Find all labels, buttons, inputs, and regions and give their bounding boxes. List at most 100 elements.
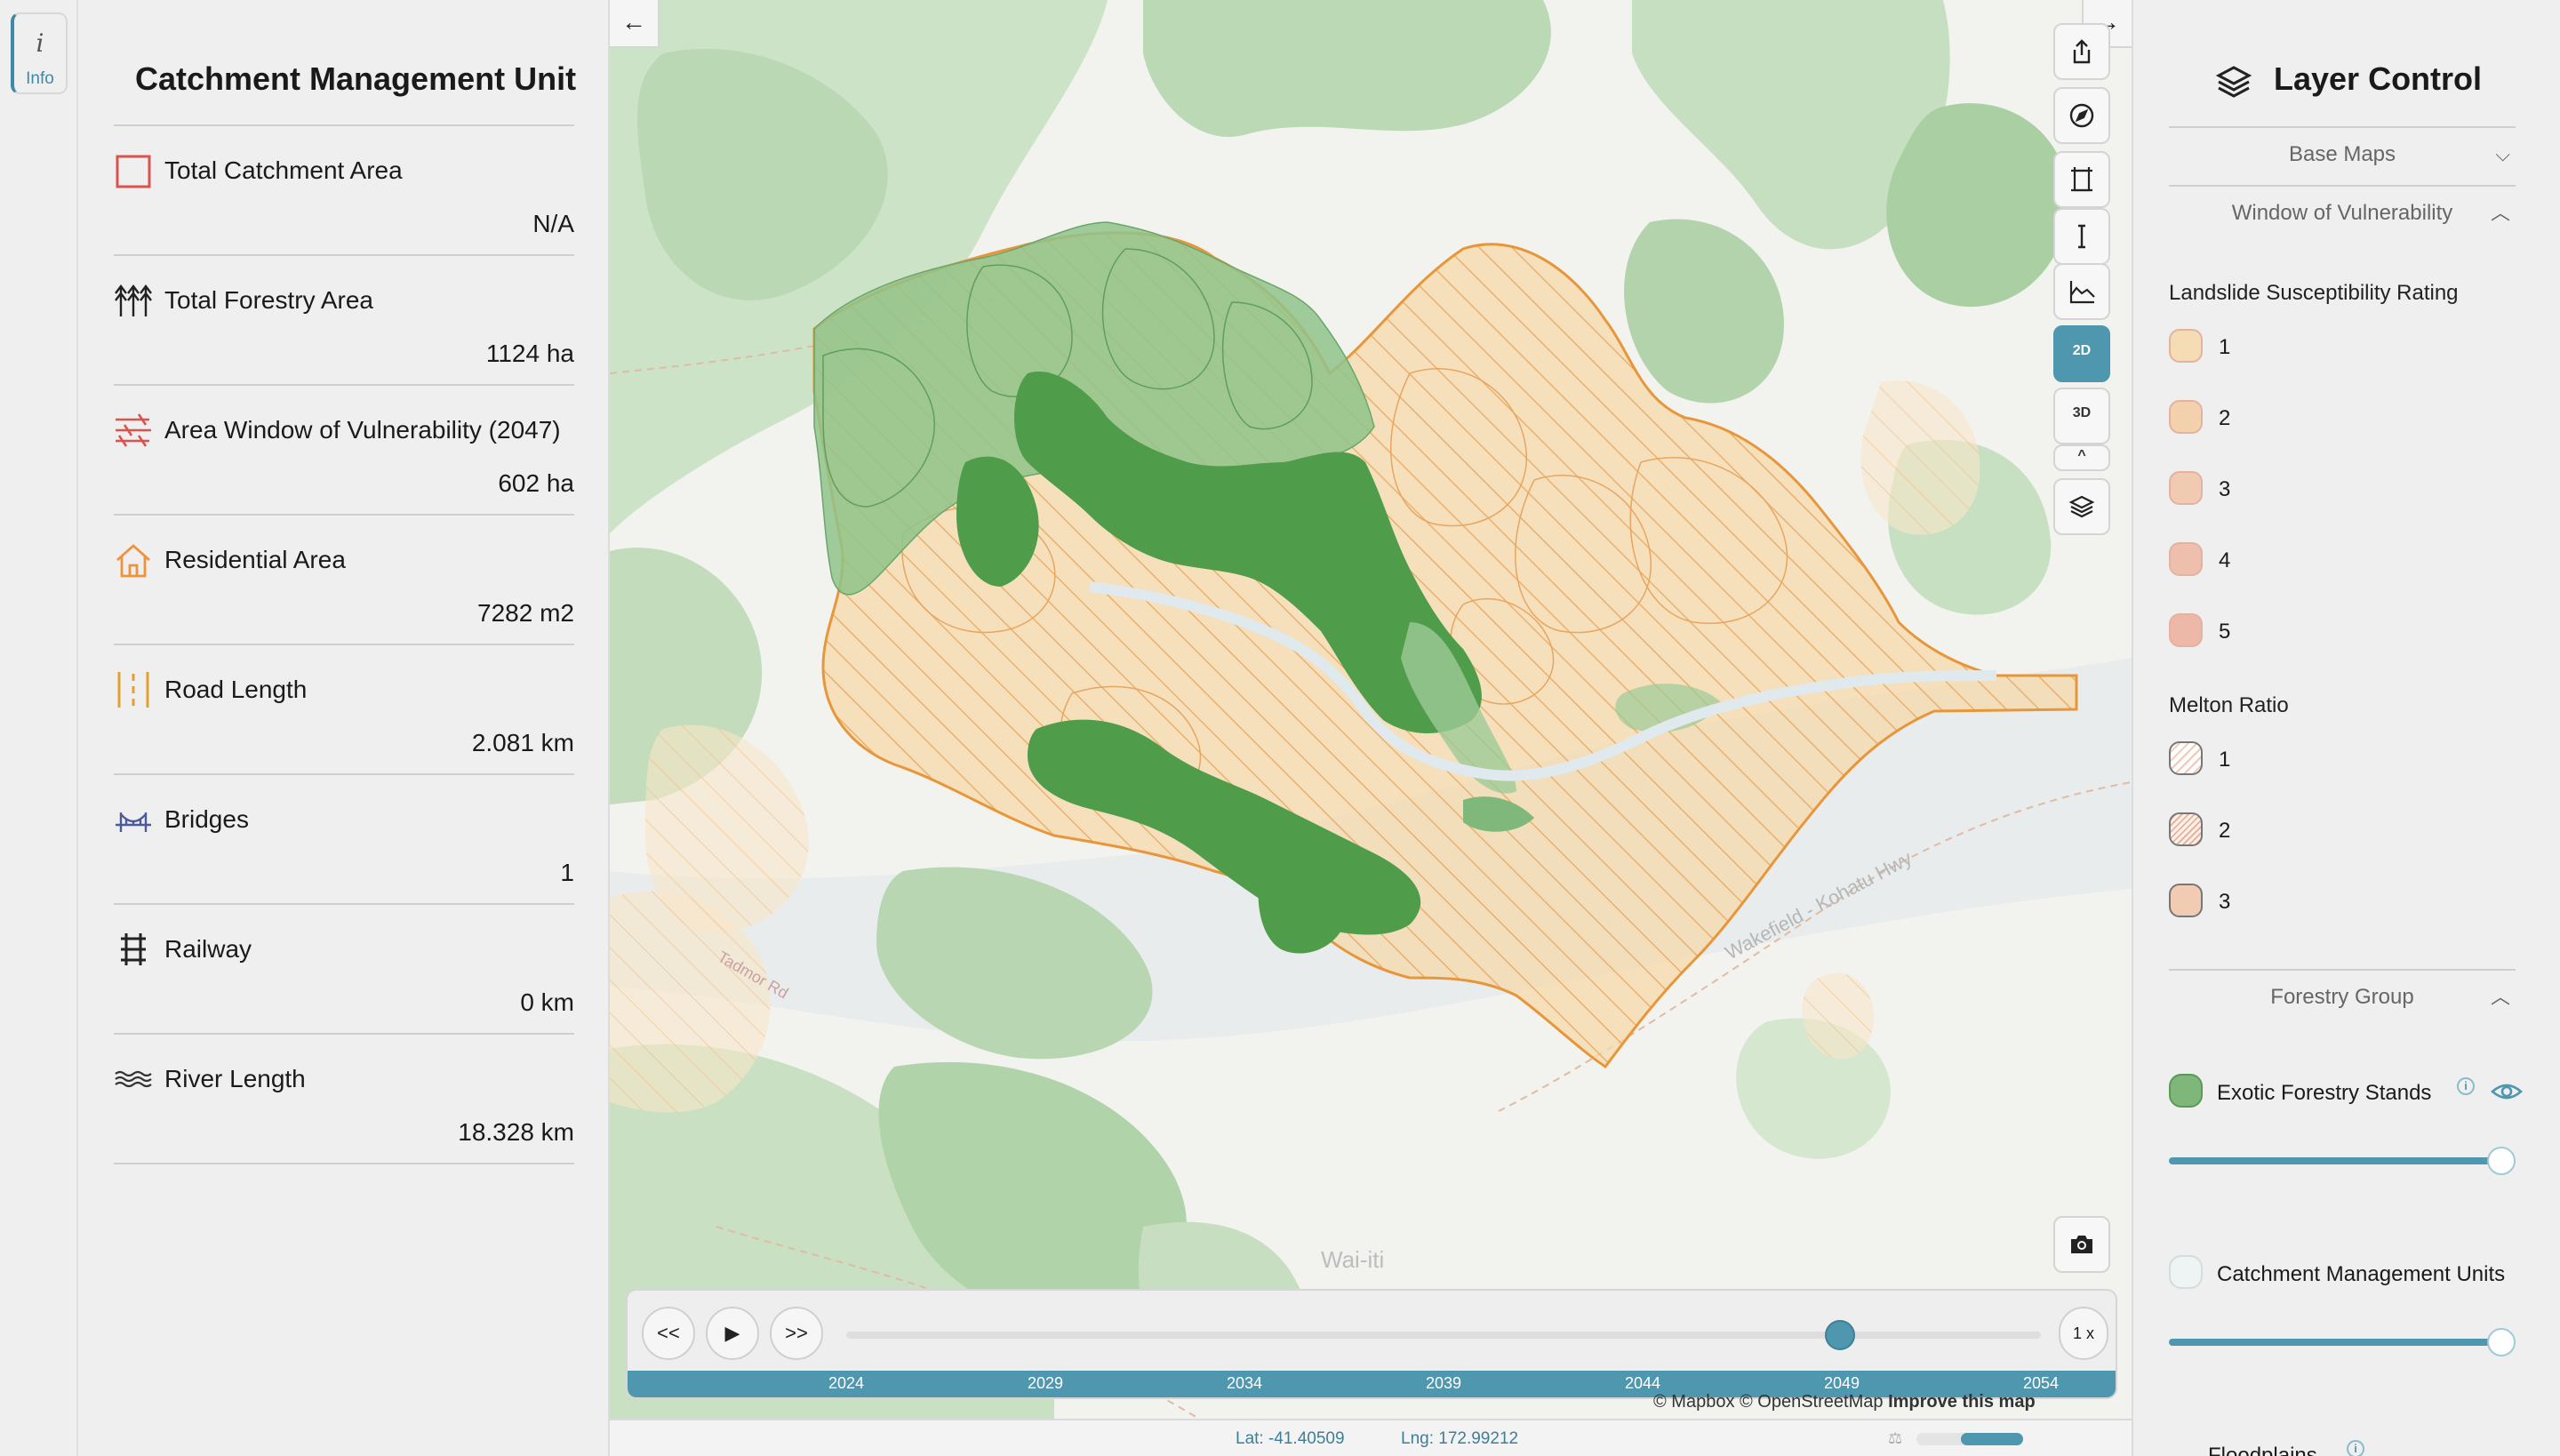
stat-river-length: River Length 18.328 km bbox=[114, 1035, 574, 1164]
expand-controls-button[interactable]: ^ bbox=[2053, 444, 2110, 471]
info-tab[interactable]: i Info bbox=[11, 12, 68, 94]
chevron-up-icon: ︿ bbox=[2490, 986, 2510, 1008]
view-3d-button[interactable]: 3D bbox=[2053, 388, 2110, 444]
legend-label: 2 bbox=[2219, 406, 2231, 430]
camera-icon bbox=[2071, 1236, 2092, 1253]
river-icon bbox=[114, 1060, 153, 1099]
area-measure-icon bbox=[2071, 167, 2092, 192]
share-button[interactable] bbox=[2053, 23, 2110, 80]
view-3d-label: 3D bbox=[2072, 405, 2092, 420]
elevation-profile-button[interactable] bbox=[2053, 263, 2110, 320]
legend-swatch bbox=[2169, 400, 2203, 434]
info-icon[interactable]: i bbox=[2347, 1440, 2364, 1456]
stat-label: River Length bbox=[164, 1065, 306, 1092]
map-view[interactable]: Wakefield - Kohatu Hwy Tadmor Rd Wai-iti… bbox=[610, 0, 2132, 1456]
stat-label: Total Forestry Area bbox=[164, 286, 373, 314]
view-2d-label: 2D bbox=[2072, 343, 2092, 358]
play-button[interactable]: ▶ bbox=[706, 1307, 759, 1360]
exotic-opacity-slider[interactable] bbox=[2169, 1147, 2516, 1175]
latitude-readout: Lat: -41.40509 bbox=[1236, 1429, 1345, 1448]
legend-swatch bbox=[2169, 542, 2203, 576]
compass-button[interactable] bbox=[2053, 87, 2110, 144]
stat-window-of-vulnerability: Area Window of Vulnerability (2047) 602 … bbox=[114, 386, 574, 516]
speed-button[interactable]: 1 x bbox=[2059, 1307, 2108, 1360]
stat-label: Residential Area bbox=[164, 546, 346, 573]
landslide-title: Landslide Susceptibility Rating bbox=[2169, 281, 2459, 305]
stat-label: Total Catchment Area bbox=[164, 156, 403, 184]
collapse-left-button[interactable]: ← bbox=[610, 0, 660, 48]
chevron-up-icon: ^ bbox=[2077, 448, 2086, 463]
forestry-group-section[interactable]: Forestry Group ︿ bbox=[2169, 969, 2516, 1024]
year-label: 2039 bbox=[1425, 1374, 1462, 1392]
layer-cmu[interactable]: Catchment Management Units bbox=[2169, 1255, 2560, 1291]
legend-swatch bbox=[2169, 812, 2203, 846]
layer-label: Floodplains bbox=[2208, 1444, 2317, 1456]
stat-value: 2.081 km bbox=[471, 729, 574, 756]
railway-icon bbox=[114, 930, 153, 969]
timeline-player: << ▶ >> 1 x 2024 2029 2034 2039 2044 2049 2054 bbox=[626, 1289, 2117, 1399]
legend-label: 5 bbox=[2219, 620, 2231, 644]
legend-swatch bbox=[2169, 613, 2203, 647]
town-label: Wai-iti bbox=[1321, 1246, 1384, 1273]
stat-value: N/A bbox=[532, 210, 574, 237]
info-tab-label: Info bbox=[26, 69, 54, 88]
base-maps-label: Base Maps bbox=[2288, 142, 2396, 166]
stat-label: Railway bbox=[164, 935, 252, 963]
layers-button[interactable] bbox=[2053, 478, 2110, 535]
info-icon: i bbox=[36, 28, 44, 58]
info-icon[interactable]: i bbox=[2457, 1077, 2475, 1095]
stat-label: Area Window of Vulnerability (2047) bbox=[164, 416, 561, 444]
layer-label: Catchment Management Units bbox=[2217, 1262, 2506, 1286]
legend-swatch bbox=[2169, 884, 2203, 917]
wov-section[interactable]: Window of Vulnerability ︿ bbox=[2169, 185, 2516, 240]
square-outline-icon bbox=[114, 151, 153, 190]
bridge-icon bbox=[114, 800, 153, 839]
legend-swatch bbox=[2169, 329, 2203, 363]
view-2d-button[interactable]: 2D bbox=[2053, 325, 2110, 382]
area-measure-button[interactable] bbox=[2053, 151, 2110, 208]
stat-residential-area: Residential Area 7282 m2 bbox=[114, 516, 574, 645]
year-label: 2029 bbox=[1027, 1374, 1064, 1392]
forestry-group-label: Forestry Group bbox=[2270, 985, 2414, 1009]
attribution-text: © Mapbox © OpenStreetMap bbox=[1653, 1392, 1884, 1412]
stat-value: 18.328 km bbox=[458, 1118, 574, 1146]
forward-button[interactable]: >> bbox=[770, 1307, 823, 1360]
chevron-up-icon: ︿ bbox=[2490, 202, 2510, 224]
stat-total-forestry-area: Total Forestry Area 1124 ha bbox=[114, 256, 574, 386]
stat-value: 1 bbox=[560, 859, 574, 886]
cmu-opacity-slider[interactable] bbox=[2169, 1328, 2516, 1356]
chevron-down-icon: ⌵ bbox=[2495, 143, 2510, 165]
timeline-track[interactable] bbox=[846, 1332, 2041, 1339]
year-label: 2054 bbox=[2022, 1374, 2060, 1392]
legend-label: 1 bbox=[2219, 748, 2231, 772]
legend-swatch bbox=[2169, 741, 2203, 775]
slider-handle[interactable] bbox=[2487, 1147, 2516, 1175]
timeline-thumb[interactable] bbox=[1825, 1320, 1856, 1350]
legend-label: 3 bbox=[2219, 890, 2231, 914]
slider-handle[interactable] bbox=[2487, 1328, 2516, 1356]
compass-icon bbox=[2069, 103, 2094, 128]
map-canvas[interactable]: Wakefield - Kohatu Hwy Tadmor Rd Wai-iti bbox=[610, 0, 2132, 1456]
layer-exotic-forestry[interactable]: Exotic Forestry Stands i bbox=[2169, 1074, 2560, 1109]
stat-label: Bridges bbox=[164, 805, 249, 833]
distance-measure-button[interactable] bbox=[2053, 208, 2110, 265]
scale-icon: ⚖ bbox=[1888, 1429, 1903, 1447]
panel-title: Catchment Management Unit bbox=[135, 60, 577, 97]
improve-map-link[interactable]: Improve this map bbox=[1888, 1392, 2036, 1412]
stat-value: 602 ha bbox=[498, 469, 574, 497]
stat-road-length: Road Length 2.081 km bbox=[114, 645, 574, 775]
screenshot-button[interactable] bbox=[2053, 1216, 2110, 1273]
stat-value: 1124 ha bbox=[485, 340, 574, 367]
rewind-button[interactable]: << bbox=[642, 1307, 695, 1360]
layer-floodplains[interactable]: Floodplains i bbox=[2169, 1436, 2560, 1456]
base-maps-section[interactable]: Base Maps ⌵ bbox=[2169, 126, 2516, 181]
wov-label: Window of Vulnerability bbox=[2231, 201, 2453, 225]
legend-label: 1 bbox=[2219, 335, 2231, 359]
stat-bridges: Bridges 1 bbox=[114, 775, 574, 905]
map-attribution: © Mapbox © OpenStreetMap Improve this ma… bbox=[1653, 1392, 2036, 1412]
eye-icon[interactable] bbox=[2491, 1079, 2523, 1104]
stat-value: 7282 m2 bbox=[477, 599, 574, 627]
legend-label: 3 bbox=[2219, 477, 2231, 501]
stat-label: Road Length bbox=[164, 676, 308, 703]
forest-icon bbox=[114, 281, 153, 320]
